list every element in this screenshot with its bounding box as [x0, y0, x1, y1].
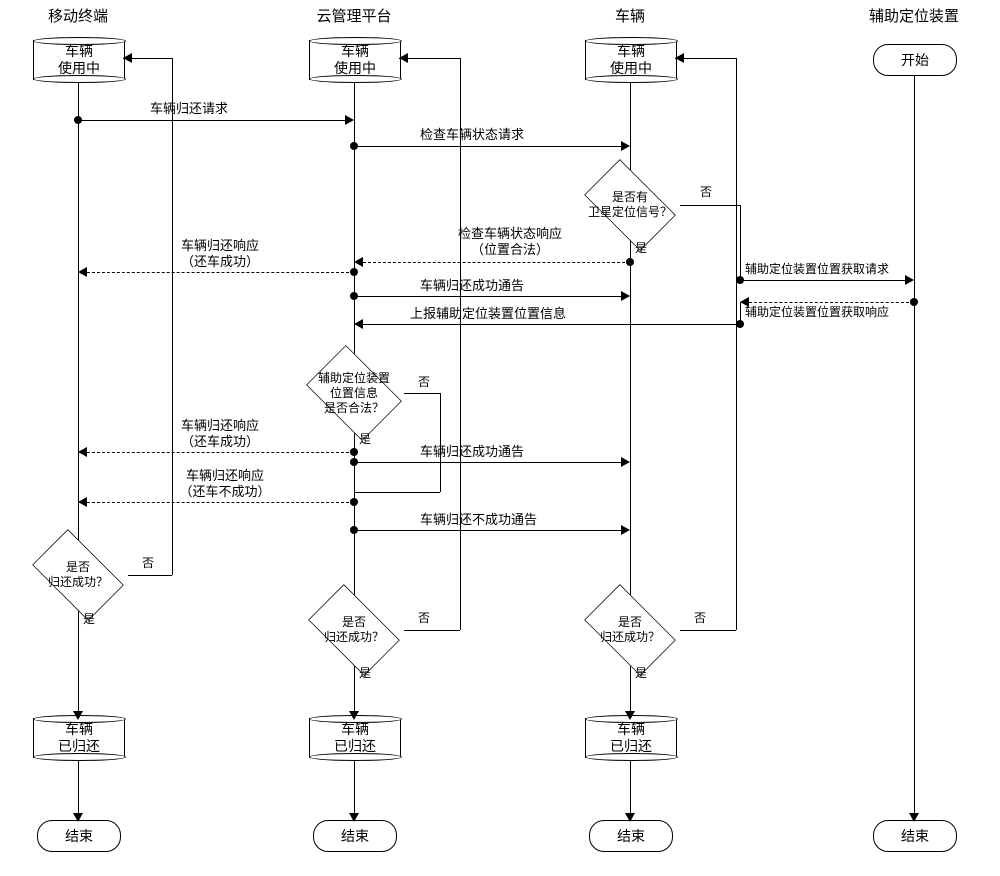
lbl-m12: 车辆归还不成功通告: [420, 512, 537, 528]
branch-line: [680, 205, 740, 206]
msg-m3: [363, 262, 630, 263]
ln: [354, 492, 440, 493]
dec-return-mobile: 是否归还成功？: [23, 540, 133, 610]
lane-title-mobile: 移动终端: [18, 5, 138, 26]
ln: [404, 630, 460, 631]
arrow: [354, 319, 363, 329]
b-no-m: 否: [142, 556, 154, 571]
arrow: [73, 711, 83, 720]
ln: [440, 393, 441, 492]
ln: [404, 393, 440, 394]
lbl-m7: 辅助定位装置位置获取响应: [745, 305, 889, 320]
lbl-m5: 车辆归还成功通告: [420, 278, 524, 294]
state-cloud-returned: 车辆已归还: [309, 718, 401, 758]
b-no-c: 否: [418, 611, 430, 626]
arrow: [399, 53, 408, 63]
msg-m5: [354, 296, 621, 297]
b-yes-m: 是: [83, 612, 95, 627]
end-aux: 结束: [873, 820, 957, 852]
msg-m4: [87, 272, 354, 273]
ln: [680, 630, 736, 631]
msg-m8: [363, 324, 740, 325]
dec-return-vehicle: 是否归还成功？: [575, 595, 685, 665]
lbl-m10: 车辆归还成功通告: [420, 444, 524, 460]
b-yes-v: 是: [635, 666, 647, 681]
msg-m9: [87, 452, 354, 453]
dec-aux-legal: 辅助定位装置位置信息是否合法？: [299, 354, 409, 432]
diagram-canvas: 移动终端 云管理平台 车辆 辅助定位装置 车辆使用中 车辆使用中 车辆使用中 开…: [0, 0, 1000, 876]
lane-title-cloud: 云管理平台: [294, 5, 414, 26]
b-yes-c: 是: [359, 666, 371, 681]
ln: [399, 58, 460, 59]
ln: [675, 58, 736, 59]
lifeline-aux: [914, 74, 915, 824]
branch-yes: 是: [635, 241, 647, 256]
state-vehicle-inuse: 车辆使用中: [585, 40, 677, 80]
b-no-v: 否: [694, 611, 706, 626]
lbl-m9: 车辆归还响应（还车成功）: [140, 418, 300, 451]
msg-m1: [78, 120, 345, 121]
arrow: [621, 457, 630, 467]
arrow: [621, 525, 630, 535]
state-aux-start: 开始: [873, 44, 957, 76]
end-vehicle: 结束: [589, 820, 673, 852]
msg-m12: [354, 530, 621, 531]
arrow: [73, 813, 83, 822]
msg-m11: [87, 502, 354, 503]
lbl-m11: 车辆归还响应（还车不成功）: [140, 468, 310, 501]
end-mobile: 结束: [37, 820, 121, 852]
arrow: [345, 115, 354, 125]
ln: [128, 575, 172, 576]
lbl-m2: 检查车辆状态请求: [420, 127, 524, 143]
lbl-m1: 车辆归还请求: [150, 101, 228, 117]
arrow: [349, 711, 359, 720]
arrow: [675, 53, 684, 63]
msg-m6: [740, 280, 905, 281]
state-vehicle-returned: 车辆已归还: [585, 718, 677, 758]
dec-return-cloud: 是否归还成功？: [299, 595, 409, 665]
branch-yes2: 是: [359, 432, 371, 447]
arrow: [78, 267, 87, 277]
lbl-m6: 辅助定位装置位置获取请求: [745, 262, 889, 277]
state-cloud-inuse: 车辆使用中: [309, 40, 401, 80]
lbl-m4: 车辆归还响应（还车成功）: [140, 238, 300, 271]
lbl-m3: 检查车辆状态响应（位置合法）: [430, 226, 590, 259]
arrow: [621, 291, 630, 301]
dec-signal: 是否有卫星定位信号？: [575, 170, 685, 240]
msg-m7: [749, 302, 914, 303]
lbl-m8: 上报辅助定位装置位置信息: [410, 306, 566, 322]
ln: [460, 58, 461, 630]
branch-no2: 否: [418, 375, 430, 390]
ln: [172, 58, 173, 575]
arrow: [78, 447, 87, 457]
arrow: [909, 813, 919, 822]
state-mobile-inuse: 车辆使用中: [33, 40, 125, 80]
lane-title-vehicle: 车辆: [570, 5, 690, 26]
state-mobile-returned: 车辆已归还: [33, 718, 125, 758]
arrow: [78, 497, 87, 507]
branch-line: [740, 205, 741, 280]
ln: [736, 58, 737, 630]
msg-m2: [354, 146, 621, 147]
branch-no: 否: [700, 185, 712, 200]
arrow: [123, 53, 132, 63]
arrow: [625, 711, 635, 720]
end-cloud: 结束: [313, 820, 397, 852]
arrow: [354, 257, 363, 267]
arrow: [905, 275, 914, 285]
arrow: [349, 813, 359, 822]
msg-m10: [354, 462, 621, 463]
lane-title-aux: 辅助定位装置: [854, 5, 974, 26]
arrow: [621, 141, 630, 151]
arrow: [625, 813, 635, 822]
